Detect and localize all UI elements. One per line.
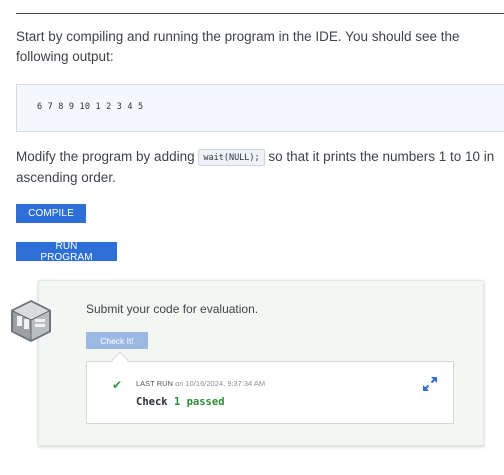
robot-avatar-icon bbox=[11, 300, 51, 342]
instruction-before: Modify the program by adding bbox=[16, 149, 199, 164]
result-prefix: Check bbox=[136, 396, 168, 408]
instruction-text: Modify the program by adding wait(NULL);… bbox=[16, 146, 504, 188]
result-line: Check 1 passed bbox=[136, 396, 225, 408]
intro-text: Start by compiling and running the progr… bbox=[16, 29, 460, 64]
result-card bbox=[86, 361, 454, 424]
last-run-label: LAST RUN bbox=[136, 379, 173, 388]
last-run-info: LAST RUN on 10/16/2024, 9:37:34 AM bbox=[136, 379, 265, 388]
divider bbox=[16, 13, 504, 14]
expand-icon[interactable] bbox=[422, 376, 438, 392]
expected-output-block: 6 7 8 9 10 1 2 3 4 5 bbox=[16, 84, 504, 132]
evaluation-prompt: Submit your code for evaluation. bbox=[86, 302, 259, 316]
expected-output-text: 6 7 8 9 10 1 2 3 4 5 bbox=[37, 102, 144, 112]
last-run-on: on bbox=[175, 379, 184, 388]
checkmark-icon: ✔ bbox=[112, 378, 123, 392]
inline-code-wait: wait(NULL); bbox=[198, 149, 265, 166]
result-count: 1 bbox=[173, 396, 181, 408]
run-program-button[interactable]: RUN PROGRAM bbox=[16, 241, 117, 263]
result-status: passed bbox=[186, 396, 225, 408]
check-it-button[interactable]: Check It! bbox=[86, 332, 148, 349]
compile-button[interactable]: COMPILE bbox=[16, 204, 86, 223]
last-run-timestamp: 10/16/2024, 9:37:34 AM bbox=[185, 379, 266, 388]
